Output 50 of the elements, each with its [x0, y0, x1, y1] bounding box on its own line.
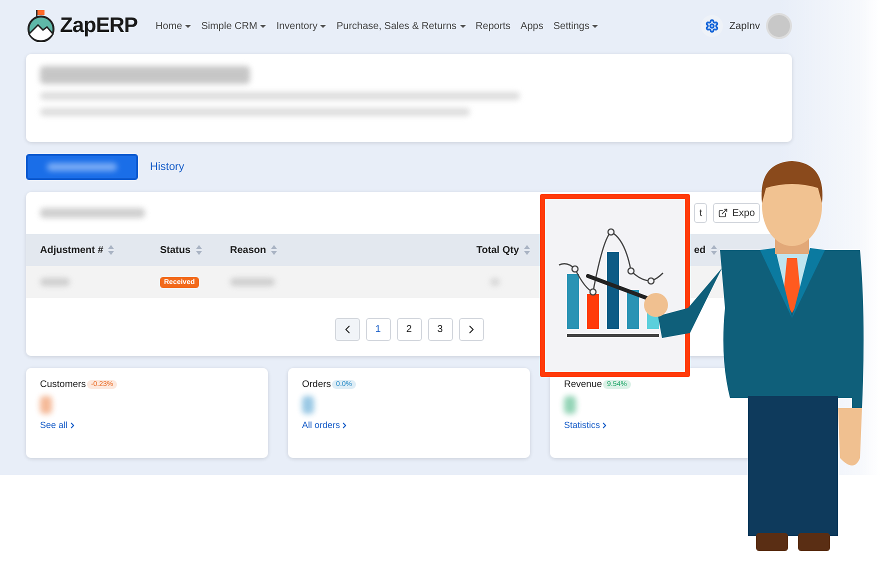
- nav-menu-item[interactable]: Home: [156, 20, 192, 32]
- user-name: ZapInv: [729, 20, 760, 32]
- nav-menu-item[interactable]: Purchase, Sales & Returns: [336, 20, 466, 32]
- stat-title: Revenue: [564, 379, 602, 390]
- blurred-value: [40, 396, 52, 414]
- nav-menu-item[interactable]: Apps: [520, 20, 544, 32]
- toolbar-button[interactable]: t: [694, 203, 708, 223]
- column-header[interactable]: Total Qty: [476, 244, 530, 256]
- chart-point: [589, 288, 597, 296]
- blurred-value: [302, 396, 314, 414]
- blurred-text: [230, 278, 275, 286]
- blurred-text: [47, 163, 117, 171]
- page-button[interactable]: 3: [428, 318, 452, 341]
- toolbar-button[interactable]: Expo: [713, 203, 760, 223]
- previous-page-button[interactable]: [334, 318, 360, 341]
- chart-point: [571, 265, 579, 273]
- chart-bar: [567, 274, 579, 329]
- page-button[interactable]: 2: [396, 318, 422, 341]
- chart-point: [607, 228, 615, 236]
- column-header[interactable]: Status: [160, 244, 202, 256]
- sort-icon[interactable]: [108, 245, 114, 255]
- nav-menu-item[interactable]: Settings: [553, 20, 598, 32]
- external-link-icon: [718, 208, 728, 218]
- nav-menu-item[interactable]: Reports: [476, 20, 511, 32]
- stat-link[interactable]: See all: [40, 420, 77, 430]
- column-header[interactable]: Adjustment #: [40, 244, 114, 256]
- nav-menu-item[interactable]: Inventory: [276, 20, 326, 32]
- stat-link[interactable]: Statistics: [564, 420, 610, 430]
- sort-icon[interactable]: [710, 245, 717, 255]
- next-page-button[interactable]: [458, 318, 484, 341]
- sort-icon[interactable]: [271, 245, 278, 255]
- chart-bar: [627, 290, 639, 329]
- history-link[interactable]: History: [150, 161, 184, 173]
- blurred-button[interactable]: [26, 154, 138, 180]
- page-button[interactable]: 1: [366, 318, 390, 341]
- stat-link[interactable]: All orders: [302, 420, 350, 430]
- chart-point: [647, 277, 655, 285]
- logo-text: ZapERP: [60, 14, 138, 38]
- sort-icon[interactable]: [524, 245, 530, 255]
- logo-icon: [26, 10, 56, 42]
- column-header[interactable]: ed: [694, 244, 717, 256]
- stat-title: Customers: [40, 379, 86, 390]
- chart-point: [627, 267, 635, 275]
- column-header[interactable]: Reason: [230, 244, 278, 256]
- blurred-value: [564, 396, 576, 414]
- stat-title: Orders: [302, 379, 332, 390]
- blurred-text: [40, 278, 70, 286]
- chart-bar: [587, 294, 599, 329]
- nav-menu-item[interactable]: Simple CRM: [201, 20, 266, 32]
- sort-icon[interactable]: [196, 245, 202, 255]
